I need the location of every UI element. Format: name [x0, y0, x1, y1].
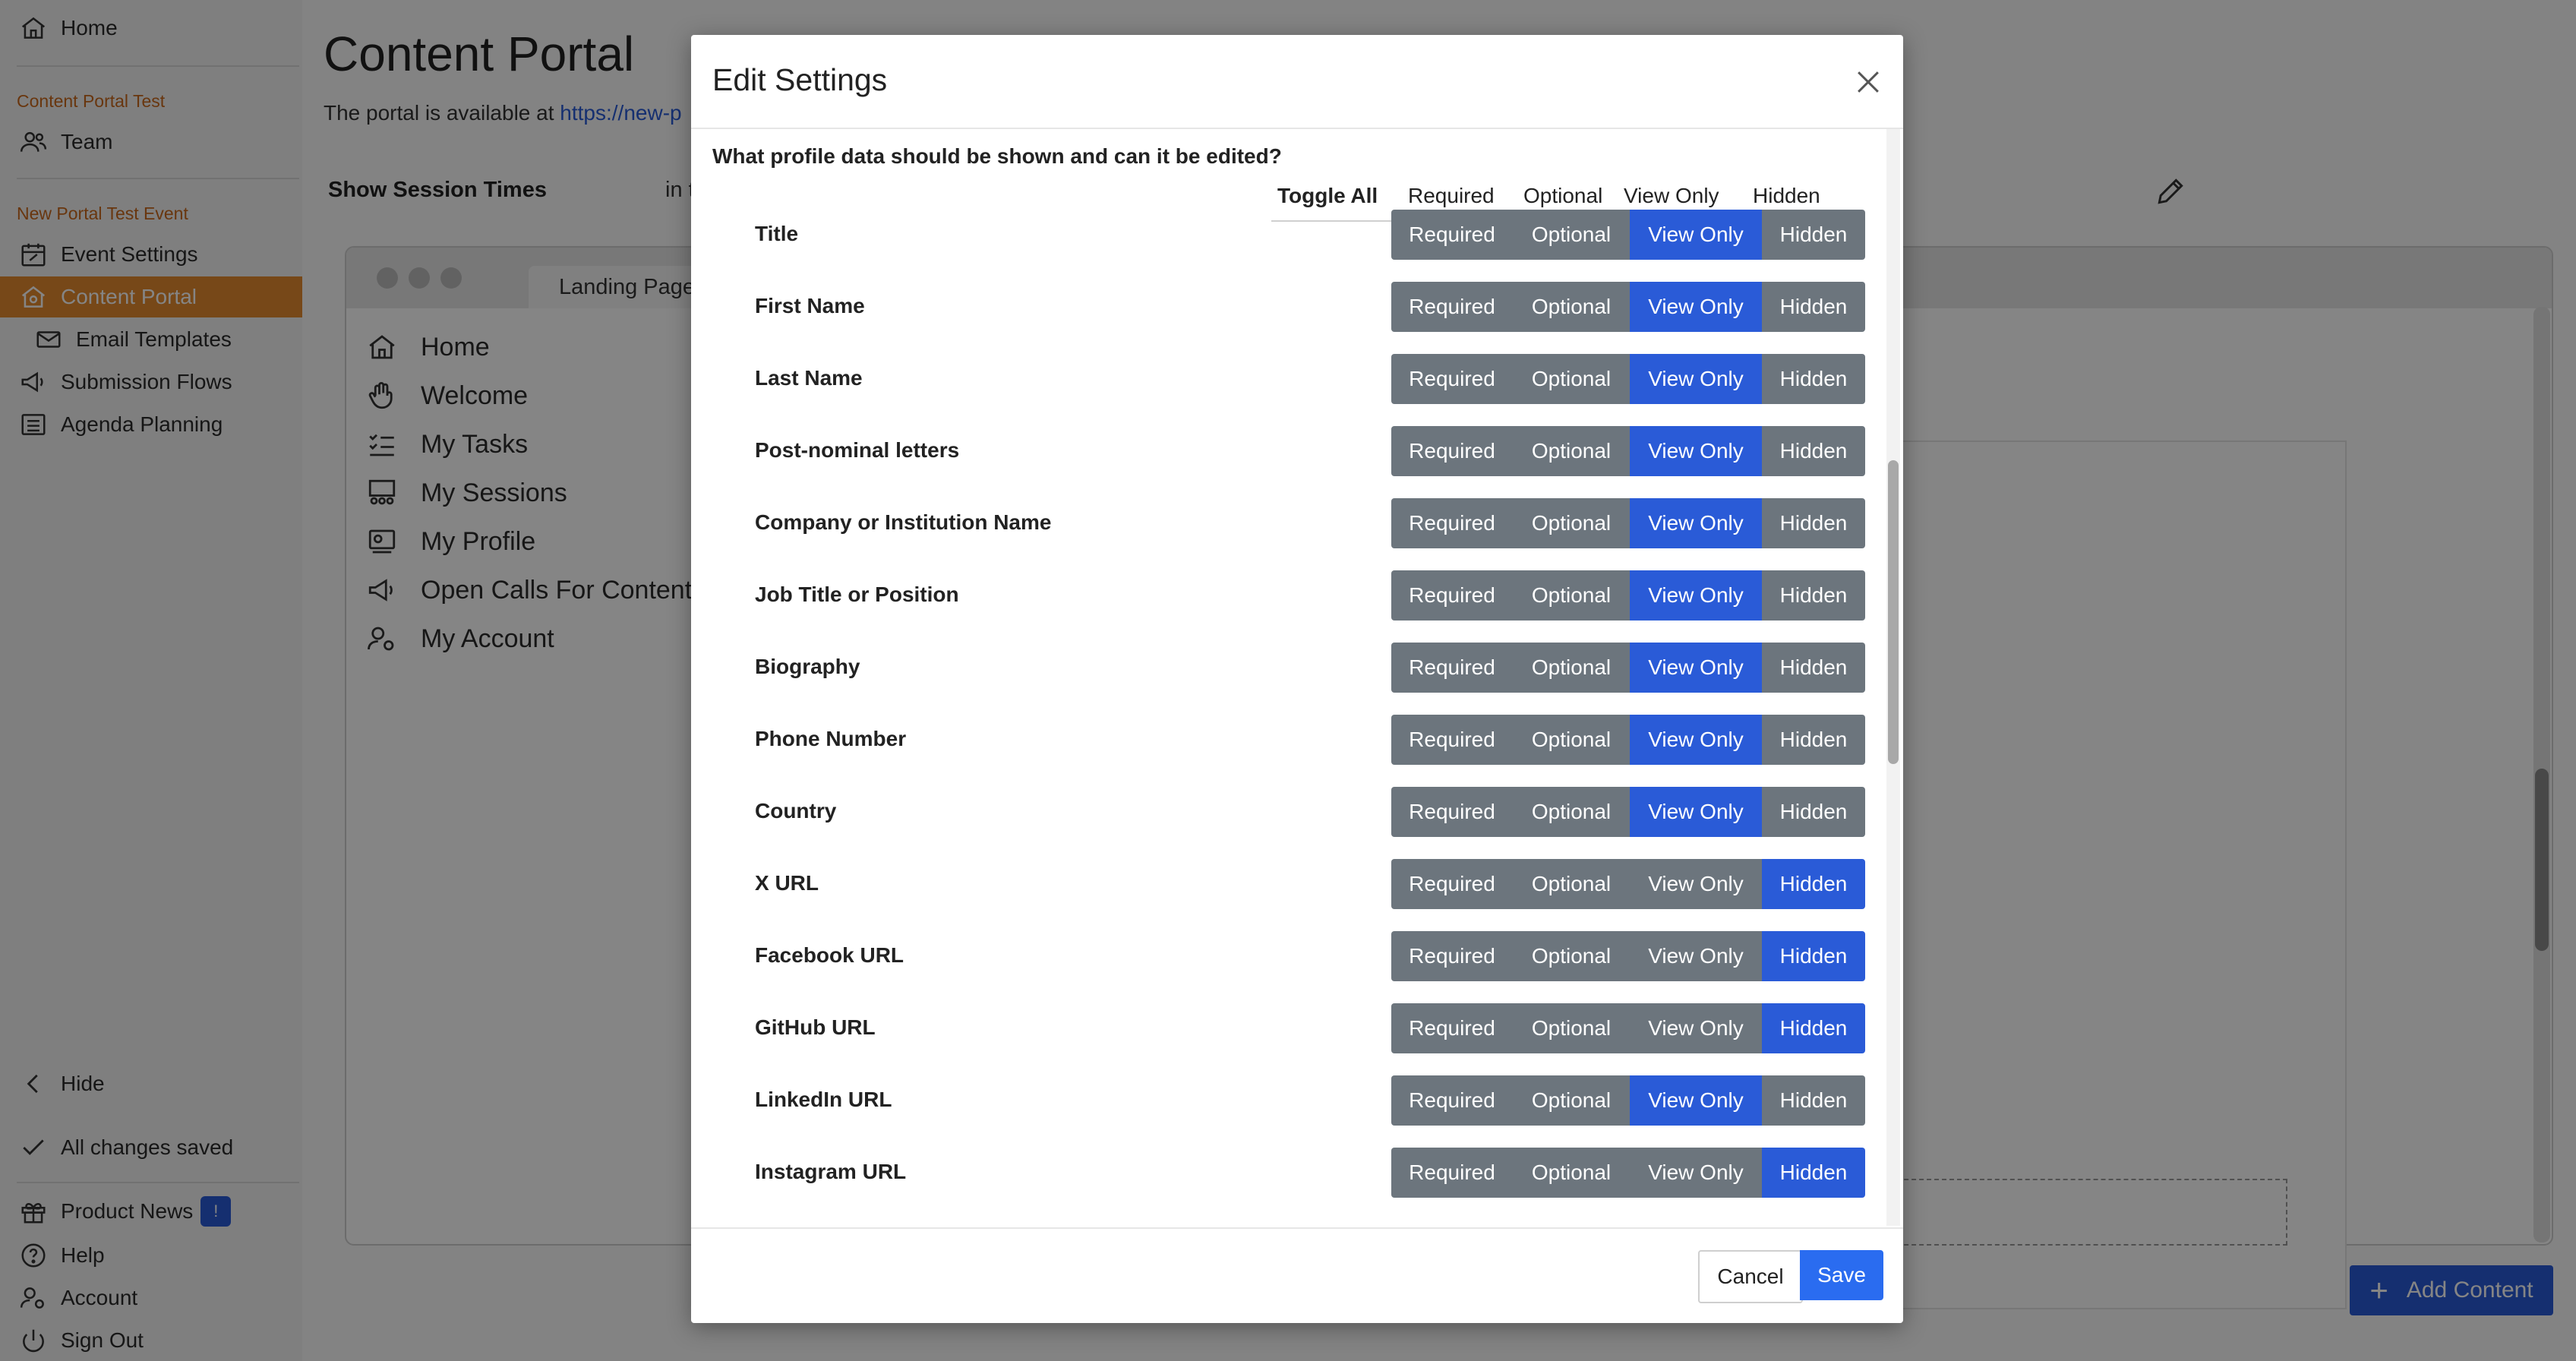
field-label-phone-number: Phone Number: [755, 727, 907, 750]
field-toggle-group-job-title-or-position: Required Optional View Only Hidden: [1391, 570, 1865, 621]
option-required-button[interactable]: Required: [1391, 787, 1513, 837]
option-optional-button[interactable]: Optional: [1513, 931, 1630, 981]
field-label-linkedin-url: LinkedIn URL: [755, 1088, 892, 1111]
option-optional-button[interactable]: Optional: [1513, 787, 1630, 837]
field-label-x-url: X URL: [755, 871, 819, 895]
field-label-country: Country: [755, 799, 837, 823]
field-toggle-group-post-nominal-letters: Required Optional View Only Hidden: [1391, 426, 1865, 476]
modal-header: Edit Settings: [691, 35, 1903, 129]
modal-title: Edit Settings: [712, 62, 888, 97]
option-hidden-button[interactable]: Hidden: [1762, 1003, 1865, 1053]
toggle-all-view-only[interactable]: View Only: [1624, 184, 1719, 208]
option-optional-button[interactable]: Optional: [1513, 1148, 1630, 1198]
option-required-button[interactable]: Required: [1391, 1003, 1513, 1053]
option-required-button[interactable]: Required: [1391, 210, 1513, 260]
field-toggle-group-title: Required Optional View Only Hidden: [1391, 210, 1865, 260]
field-toggle-group-country: Required Optional View Only Hidden: [1391, 787, 1865, 837]
option-required-button[interactable]: Required: [1391, 354, 1513, 404]
option-optional-button[interactable]: Optional: [1513, 1075, 1630, 1126]
field-label-biography: Biography: [755, 655, 860, 678]
field-toggle-group-instagram-url: Required Optional View Only Hidden: [1391, 1148, 1865, 1198]
option-view-only-button[interactable]: View Only: [1630, 354, 1762, 404]
option-view-only-button[interactable]: View Only: [1630, 498, 1762, 548]
field-toggle-group-company-or-institution-name: Required Optional View Only Hidden: [1391, 498, 1865, 548]
toggle-all-label: Toggle All: [1277, 184, 1378, 207]
field-label-last-name: Last Name: [755, 366, 863, 390]
option-required-button[interactable]: Required: [1391, 643, 1513, 693]
field-label-title: Title: [755, 222, 799, 245]
option-optional-button[interactable]: Optional: [1513, 570, 1630, 621]
option-required-button[interactable]: Required: [1391, 1148, 1513, 1198]
option-required-button[interactable]: Required: [1391, 570, 1513, 621]
option-optional-button[interactable]: Optional: [1513, 210, 1630, 260]
modal-footer: Cancel Save: [691, 1227, 1903, 1325]
option-hidden-button[interactable]: Hidden: [1762, 715, 1865, 765]
option-hidden-button[interactable]: Hidden: [1762, 426, 1865, 476]
field-toggle-group-first-name: Required Optional View Only Hidden: [1391, 282, 1865, 332]
field-label-instagram-url: Instagram URL: [755, 1160, 907, 1183]
option-view-only-button[interactable]: View Only: [1630, 1148, 1762, 1198]
option-required-button[interactable]: Required: [1391, 282, 1513, 332]
option-view-only-button[interactable]: View Only: [1630, 1003, 1762, 1053]
option-hidden-button[interactable]: Hidden: [1762, 859, 1865, 909]
option-view-only-button[interactable]: View Only: [1630, 643, 1762, 693]
option-hidden-button[interactable]: Hidden: [1762, 282, 1865, 332]
field-toggle-group-linkedin-url: Required Optional View Only Hidden: [1391, 1075, 1865, 1126]
field-toggle-group-github-url: Required Optional View Only Hidden: [1391, 1003, 1865, 1053]
modal-scrollbar-thumb[interactable]: [1888, 460, 1899, 764]
field-toggle-group-x-url: Required Optional View Only Hidden: [1391, 859, 1865, 909]
option-view-only-button[interactable]: View Only: [1630, 787, 1762, 837]
option-optional-button[interactable]: Optional: [1513, 643, 1630, 693]
field-toggle-group-last-name: Required Optional View Only Hidden: [1391, 354, 1865, 404]
option-view-only-button[interactable]: View Only: [1630, 1075, 1762, 1126]
option-optional-button[interactable]: Optional: [1513, 859, 1630, 909]
field-label-post-nominal-letters: Post-nominal letters: [755, 438, 960, 462]
field-toggle-group-phone-number: Required Optional View Only Hidden: [1391, 715, 1865, 765]
modal-body: What profile data should be shown and ca…: [691, 129, 1883, 1226]
option-hidden-button[interactable]: Hidden: [1762, 210, 1865, 260]
toggle-all-hidden[interactable]: Hidden: [1753, 184, 1820, 208]
option-view-only-button[interactable]: View Only: [1630, 931, 1762, 981]
option-required-button[interactable]: Required: [1391, 498, 1513, 548]
close-icon[interactable]: [1852, 65, 1885, 99]
field-label-company-or-institution-name: Company or Institution Name: [755, 510, 1052, 534]
toggle-all-optional[interactable]: Optional: [1523, 184, 1602, 208]
field-toggle-group-biography: Required Optional View Only Hidden: [1391, 643, 1865, 693]
cancel-button[interactable]: Cancel: [1698, 1250, 1803, 1303]
option-required-button[interactable]: Required: [1391, 426, 1513, 476]
field-label-first-name: First Name: [755, 294, 865, 317]
field-label-job-title-or-position: Job Title or Position: [755, 583, 959, 606]
option-hidden-button[interactable]: Hidden: [1762, 1148, 1865, 1198]
option-view-only-button[interactable]: View Only: [1630, 715, 1762, 765]
option-optional-button[interactable]: Optional: [1513, 354, 1630, 404]
option-required-button[interactable]: Required: [1391, 931, 1513, 981]
profile-question: What profile data should be shown and ca…: [712, 144, 1282, 168]
option-required-button[interactable]: Required: [1391, 715, 1513, 765]
option-optional-button[interactable]: Optional: [1513, 498, 1630, 548]
option-hidden-button[interactable]: Hidden: [1762, 570, 1865, 621]
field-label-facebook-url: Facebook URL: [755, 943, 904, 967]
option-required-button[interactable]: Required: [1391, 859, 1513, 909]
option-view-only-button[interactable]: View Only: [1630, 570, 1762, 621]
option-optional-button[interactable]: Optional: [1513, 426, 1630, 476]
option-view-only-button[interactable]: View Only: [1630, 426, 1762, 476]
option-required-button[interactable]: Required: [1391, 1075, 1513, 1126]
option-view-only-button[interactable]: View Only: [1630, 210, 1762, 260]
option-optional-button[interactable]: Optional: [1513, 282, 1630, 332]
option-hidden-button[interactable]: Hidden: [1762, 643, 1865, 693]
option-view-only-button[interactable]: View Only: [1630, 282, 1762, 332]
field-label-github-url: GitHub URL: [755, 1015, 876, 1039]
save-button[interactable]: Save: [1800, 1250, 1883, 1300]
option-view-only-button[interactable]: View Only: [1630, 859, 1762, 909]
option-hidden-button[interactable]: Hidden: [1762, 498, 1865, 548]
field-toggle-group-facebook-url: Required Optional View Only Hidden: [1391, 931, 1865, 981]
option-optional-button[interactable]: Optional: [1513, 715, 1630, 765]
option-optional-button[interactable]: Optional: [1513, 1003, 1630, 1053]
option-hidden-button[interactable]: Hidden: [1762, 931, 1865, 981]
option-hidden-button[interactable]: Hidden: [1762, 354, 1865, 404]
option-hidden-button[interactable]: Hidden: [1762, 787, 1865, 837]
edit-settings-modal: Edit Settings What profile data should b…: [691, 35, 1903, 1323]
toggle-all-required[interactable]: Required: [1408, 184, 1495, 208]
option-hidden-button[interactable]: Hidden: [1762, 1075, 1865, 1126]
